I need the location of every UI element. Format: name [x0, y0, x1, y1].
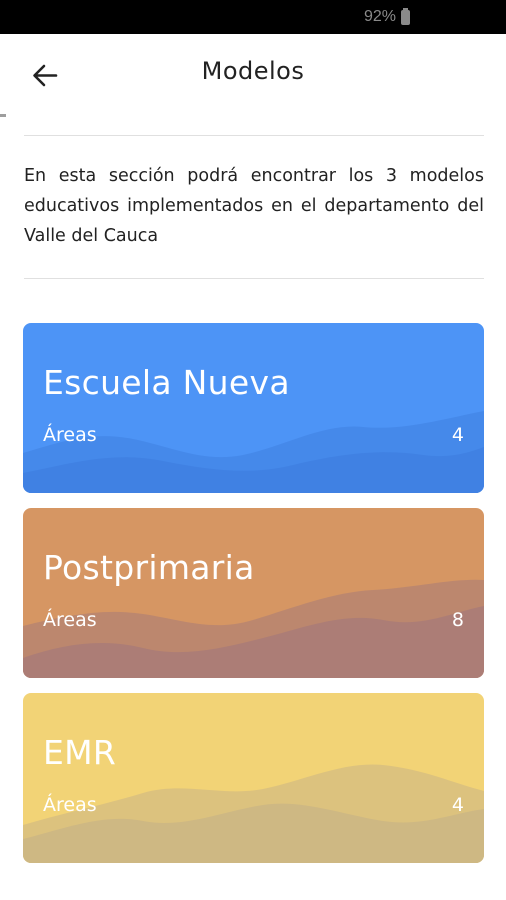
page-title: Modelos — [201, 57, 305, 85]
model-card-escuela-nueva[interactable]: Escuela Nueva Áreas 4 — [23, 323, 484, 493]
battery-percentage: 92% — [363, 8, 396, 25]
app-bar: Modelos — [0, 34, 506, 116]
card-areas-label: Áreas — [43, 609, 97, 631]
edge-indicator — [0, 114, 6, 117]
card-areas-label: Áreas — [43, 794, 97, 816]
card-wave-background — [23, 579, 484, 678]
card-title: EMR — [43, 733, 117, 772]
model-card-postprimaria[interactable]: Postprimaria Áreas 8 — [23, 508, 484, 678]
card-areas-count: 4 — [451, 794, 464, 816]
divider-bottom — [24, 278, 484, 279]
intro-text: En esta sección podrá encontrar los 3 mo… — [24, 166, 484, 246]
model-card-emr[interactable]: EMR Áreas 4 — [23, 693, 484, 863]
divider-top — [24, 135, 484, 136]
card-areas-count: 4 — [451, 424, 464, 446]
battery-icon — [401, 7, 410, 25]
card-wave-background — [23, 411, 484, 493]
status-bar: 92% — [0, 0, 506, 34]
card-title: Postprimaria — [43, 548, 255, 587]
card-title: Escuela Nueva — [43, 363, 290, 402]
card-wave-background — [23, 764, 484, 863]
card-areas-label: Áreas — [43, 424, 97, 446]
card-areas-count: 8 — [451, 609, 464, 631]
